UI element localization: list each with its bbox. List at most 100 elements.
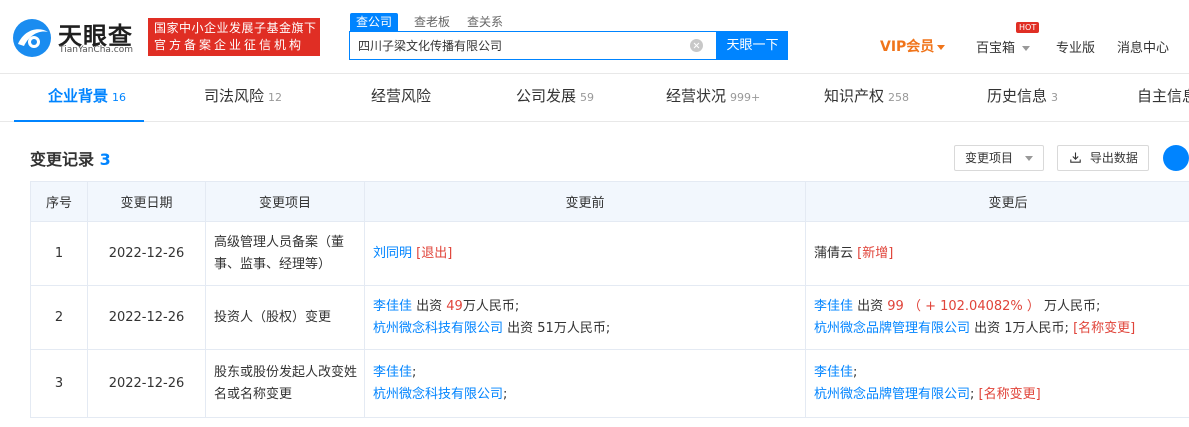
row-index: 1 bbox=[30, 221, 88, 286]
chevron-down-icon bbox=[1025, 156, 1033, 161]
logo[interactable]: 天眼查 TianYanCha.com bbox=[12, 14, 142, 62]
tab-history[interactable]: 历史信息 3 bbox=[987, 74, 1058, 122]
tab-label: 历史信息 bbox=[987, 87, 1048, 105]
header-after: 变更后 bbox=[805, 181, 1189, 222]
search-tab-relation[interactable]: 查关系 bbox=[467, 13, 503, 31]
chevron-down-icon bbox=[937, 44, 946, 50]
chevron-down-icon bbox=[1022, 46, 1031, 51]
tab-count: 12 bbox=[268, 91, 283, 104]
tab-label: 经营状况 bbox=[666, 87, 727, 105]
status-tag: [退出] bbox=[416, 245, 453, 261]
search-tab-company[interactable]: 查公司 bbox=[350, 13, 399, 31]
company-link[interactable]: 杭州微念科技有限公司 bbox=[373, 321, 503, 336]
tab-company-development[interactable]: 公司发展 59 bbox=[516, 74, 594, 122]
after-line: 蒲倩云 [新增] bbox=[814, 243, 1189, 265]
person-link[interactable]: 李佳佳 bbox=[373, 299, 412, 314]
tab-label: 自主信息 bbox=[1137, 87, 1189, 105]
vip-label: VIP会员 bbox=[880, 39, 935, 55]
search-button[interactable]: 天眼一下 bbox=[717, 31, 788, 60]
header-date: 变更日期 bbox=[87, 181, 206, 222]
row-item: 股东或股份发起人改变姓名或名称变更 bbox=[205, 349, 365, 418]
contribution-text: 出资 bbox=[412, 298, 447, 314]
table-header-row: 序号 变更日期 变更项目 变更前 变更后 bbox=[30, 181, 1189, 222]
change-item-filter[interactable]: 变更项目 bbox=[954, 145, 1044, 171]
row-index: 3 bbox=[30, 349, 88, 418]
separator: ; bbox=[853, 364, 858, 380]
tab-self-info[interactable]: 自主信息 bbox=[1137, 74, 1189, 122]
badge-line-2: 官方备案企业征信机构 bbox=[154, 38, 305, 52]
row-date: 2022-12-26 bbox=[87, 221, 206, 286]
company-link[interactable]: 杭州微念科技有限公司 bbox=[373, 387, 503, 402]
header-item: 变更项目 bbox=[205, 181, 365, 222]
row-after: 李佳佳; 杭州微念品牌管理有限公司; [名称变更] bbox=[805, 349, 1189, 418]
more-icon[interactable] bbox=[1163, 145, 1189, 171]
contribution-unit: 万人民币; bbox=[1039, 298, 1101, 314]
row-index: 2 bbox=[30, 285, 88, 350]
tab-label: 企业背景 bbox=[48, 87, 109, 105]
status-tag: [名称变更] bbox=[974, 386, 1041, 402]
tab-intellectual-property[interactable]: 知识产权 258 bbox=[824, 74, 909, 122]
contribution-unit: 万人民币; bbox=[462, 298, 520, 314]
tab-judicial-risk[interactable]: 司法风险 12 bbox=[204, 74, 282, 122]
official-badge[interactable]: 国家中小企业发展子基金旗下 官方备案企业征信机构 bbox=[148, 18, 320, 56]
tab-label: 经营风险 bbox=[371, 87, 432, 105]
download-icon bbox=[1070, 152, 1081, 163]
table-row: 3 2022-12-26 股东或股份发起人改变姓名或名称变更 李佳佳; 杭州微念… bbox=[30, 349, 1189, 418]
separator: ; bbox=[412, 364, 417, 380]
tab-operating-status[interactable]: 经营状况 999+ bbox=[666, 74, 760, 122]
after-line: 杭州微念品牌管理有限公司 出资 1万人民币; [名称变更] bbox=[814, 318, 1189, 340]
table-row: 1 2022-12-26 高级管理人员备案（董事、监事、经理等） 刘同明 [退出… bbox=[30, 221, 1189, 286]
tianyancha-logo-icon bbox=[13, 19, 51, 57]
person-link[interactable]: 李佳佳 bbox=[373, 365, 412, 380]
after-line: 李佳佳; bbox=[814, 362, 1189, 384]
baibaoxiang-menu[interactable]: 百宝箱 bbox=[976, 37, 1031, 56]
search-box bbox=[349, 31, 717, 60]
row-date: 2022-12-26 bbox=[87, 349, 206, 418]
status-tag: [名称变更] bbox=[1068, 320, 1136, 336]
tab-count: 3 bbox=[1051, 91, 1059, 104]
tab-label: 司法风险 bbox=[204, 87, 265, 105]
contribution-text: 出资 51万人民币; bbox=[503, 320, 611, 336]
search-tab-boss[interactable]: 查老板 bbox=[414, 13, 450, 31]
before-line: 刘同明 [退出] bbox=[373, 243, 799, 265]
vip-menu[interactable]: VIP会员 bbox=[880, 36, 946, 56]
filter-label: 变更项目 bbox=[965, 151, 1014, 165]
before-line: 杭州微念科技有限公司 出资 51万人民币; bbox=[373, 318, 799, 340]
row-item: 高级管理人员备案（董事、监事、经理等） bbox=[205, 221, 365, 286]
row-date: 2022-12-26 bbox=[87, 285, 206, 350]
tab-company-background[interactable]: 企业背景 16 bbox=[48, 74, 126, 122]
export-data-button[interactable]: 导出数据 bbox=[1057, 145, 1149, 171]
row-after: 李佳佳 出资 99 （ + 102.04082% ） 万人民币; 杭州微念品牌管… bbox=[805, 285, 1189, 350]
person-link[interactable]: 李佳佳 bbox=[814, 299, 853, 314]
row-before: 刘同明 [退出] bbox=[364, 221, 806, 286]
row-before: 李佳佳 出资 49万人民币; 杭州微念科技有限公司 出资 51万人民币; bbox=[364, 285, 806, 350]
header-before: 变更前 bbox=[364, 181, 806, 222]
logo-url: TianYanCha.com bbox=[59, 45, 134, 55]
tab-count: 999+ bbox=[730, 91, 761, 104]
pro-edition-link[interactable]: 专业版 bbox=[1056, 37, 1095, 56]
tab-label: 公司发展 bbox=[516, 87, 577, 105]
company-link[interactable]: 杭州微念品牌管理有限公司 bbox=[814, 321, 970, 336]
contribution-text: 出资 1万人民币; bbox=[970, 320, 1069, 336]
tab-count: 258 bbox=[888, 91, 910, 104]
tab-operating-risk[interactable]: 经营风险 bbox=[371, 74, 431, 122]
person-name: 蒲倩云 bbox=[814, 245, 854, 261]
search-input[interactable] bbox=[350, 32, 680, 59]
row-after: 蒲倩云 [新增] bbox=[805, 221, 1189, 286]
section-title: 变更记录 3 bbox=[30, 146, 111, 170]
person-link[interactable]: 李佳佳 bbox=[814, 365, 853, 380]
message-center-link[interactable]: 消息中心 bbox=[1117, 37, 1169, 56]
hot-badge: HOT bbox=[1016, 22, 1040, 33]
export-label: 导出数据 bbox=[1089, 151, 1138, 165]
tab-count: 59 bbox=[580, 91, 595, 104]
person-link[interactable]: 刘同明 bbox=[373, 246, 412, 261]
company-link[interactable]: 杭州微念品牌管理有限公司 bbox=[814, 387, 970, 402]
after-line: 李佳佳 出资 99 （ + 102.04082% ） 万人民币; bbox=[814, 296, 1189, 318]
before-line: 李佳佳; bbox=[373, 362, 799, 384]
section-count: 3 bbox=[99, 150, 111, 169]
before-line: 李佳佳 出资 49万人民币; bbox=[373, 296, 799, 318]
badge-line-1: 国家中小企业发展子基金旗下 bbox=[154, 21, 317, 35]
table-row: 2 2022-12-26 投资人（股权）变更 李佳佳 出资 49万人民币; 杭州… bbox=[30, 285, 1189, 350]
clear-icon[interactable] bbox=[690, 39, 703, 52]
top-header: 天眼查 TianYanCha.com 国家中小企业发展子基金旗下 官方备案企业征… bbox=[0, 0, 1189, 74]
